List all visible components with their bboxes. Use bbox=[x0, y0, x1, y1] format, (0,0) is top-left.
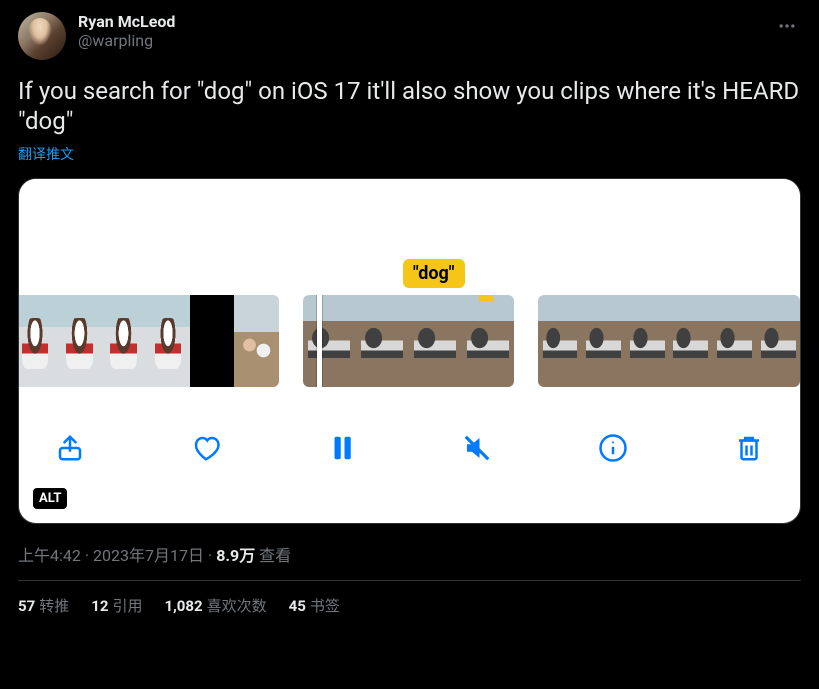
bookmarks-count: 45 bbox=[289, 597, 306, 615]
heart-icon[interactable] bbox=[189, 431, 223, 465]
clip-frame bbox=[146, 295, 190, 387]
likes-label: 喜欢次数 bbox=[207, 597, 267, 615]
stat-retweets[interactable]: 57转推 bbox=[18, 595, 69, 616]
handle: @warpling bbox=[78, 31, 773, 50]
likes-count: 1,082 bbox=[164, 597, 202, 615]
bookmarks-label: 书签 bbox=[310, 597, 340, 615]
media-card[interactable]: "dog" bbox=[18, 178, 801, 524]
author-names[interactable]: Ryan McLeod @warpling bbox=[78, 12, 773, 50]
clip-frame bbox=[190, 295, 234, 387]
media-toolbar bbox=[19, 391, 800, 481]
mute-icon[interactable] bbox=[460, 431, 494, 465]
tweet-stats: 57转推 12引用 1,082 喜欢次数 45书签 bbox=[18, 595, 801, 616]
info-icon[interactable] bbox=[596, 431, 630, 465]
display-name: Ryan McLeod bbox=[78, 12, 773, 31]
caption-tick bbox=[479, 295, 493, 301]
views-count[interactable]: 8.9万 bbox=[216, 546, 255, 565]
divider bbox=[18, 580, 801, 581]
caption-tag: "dog" bbox=[403, 259, 465, 288]
stat-bookmarks[interactable]: 45书签 bbox=[289, 595, 340, 616]
tweet-container: Ryan McLeod @warpling If you search for … bbox=[0, 0, 819, 628]
clip-frame bbox=[356, 295, 409, 387]
retweets-label: 转推 bbox=[39, 597, 69, 615]
trash-icon[interactable] bbox=[732, 431, 766, 465]
clip-frame bbox=[408, 295, 461, 387]
tweet-meta: 上午4:42·2023年7月17日·8.9万 查看 bbox=[18, 542, 801, 566]
clip-frame bbox=[625, 295, 669, 387]
clip-frame bbox=[538, 295, 582, 387]
playhead[interactable] bbox=[317, 295, 322, 387]
clip-frame bbox=[303, 295, 356, 387]
tweet-date[interactable]: 2023年7月17日 bbox=[93, 546, 204, 565]
clip-frame bbox=[102, 295, 146, 387]
clip-frame bbox=[713, 295, 757, 387]
tweet-time[interactable]: 上午4:42 bbox=[18, 546, 81, 565]
alt-badge[interactable]: ALT bbox=[33, 488, 67, 509]
stat-likes[interactable]: 1,082 喜欢次数 bbox=[164, 595, 266, 616]
clip-frame bbox=[669, 295, 713, 387]
clip-frame bbox=[461, 295, 514, 387]
views-label: 查看 bbox=[259, 546, 291, 565]
translate-link[interactable]: 翻译推文 bbox=[18, 144, 801, 164]
avatar[interactable] bbox=[18, 12, 66, 60]
clip-frame bbox=[57, 295, 101, 387]
more-icon[interactable] bbox=[773, 12, 801, 44]
clip-frame bbox=[234, 295, 278, 387]
clip-frame bbox=[756, 295, 800, 387]
quotes-label: 引用 bbox=[112, 597, 142, 615]
video-timeline[interactable] bbox=[19, 291, 800, 391]
clip-frame bbox=[18, 295, 57, 387]
clip-group-3[interactable] bbox=[538, 295, 800, 387]
retweets-count: 57 bbox=[18, 597, 35, 615]
quotes-count: 12 bbox=[91, 597, 108, 615]
clip-group-1[interactable] bbox=[18, 295, 279, 387]
clip-frame bbox=[582, 295, 626, 387]
tweet-header: Ryan McLeod @warpling bbox=[18, 12, 801, 60]
clip-group-2[interactable] bbox=[303, 295, 514, 387]
stat-quotes[interactable]: 12引用 bbox=[91, 595, 142, 616]
tweet-text: If you search for "dog" on iOS 17 it'll … bbox=[18, 76, 801, 136]
share-icon[interactable] bbox=[53, 431, 87, 465]
pause-icon[interactable] bbox=[325, 431, 359, 465]
